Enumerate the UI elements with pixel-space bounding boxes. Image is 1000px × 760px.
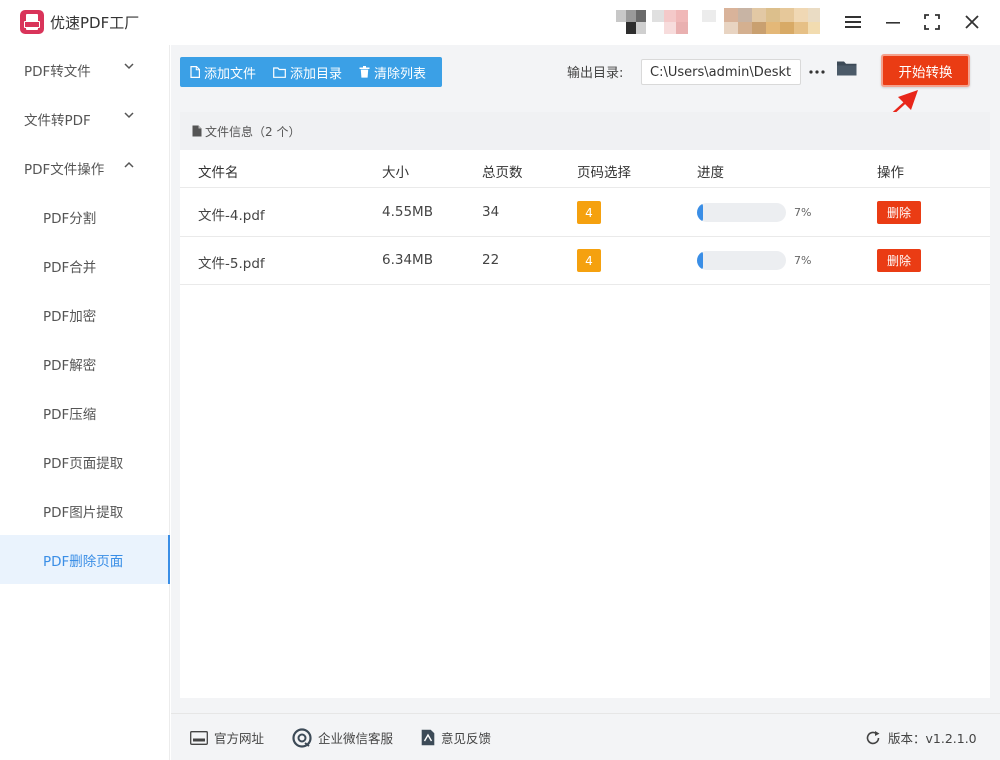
clear-list-label: 清除列表 [374, 66, 427, 82]
output-dir-label: 输出目录: [567, 66, 624, 81]
column-header-name: 文件名 [198, 165, 239, 181]
column-header-size: 大小 [382, 165, 409, 181]
file-name: 文件-5.pdf [198, 256, 265, 272]
website-icon [190, 730, 208, 745]
sidebar-item-pdf-compress[interactable]: PDF压缩 [0, 388, 170, 437]
file-size: 6.34MB [382, 252, 433, 268]
file-toolbar: 添加文件 添加目录 清除列表 [180, 57, 442, 87]
delete-button[interactable]: 删除 [877, 249, 921, 272]
feedback-icon [421, 729, 435, 746]
sidebar: PDF转文件 文件转PDF PDF文件操作 PDF分割 PDF合并 PDF加密 … [0, 45, 170, 760]
close-icon[interactable] [957, 8, 987, 36]
sidebar-item-label: PDF图片提取 [43, 504, 124, 521]
sidebar-item-label: PDF删除页面 [43, 553, 124, 570]
feedback-link[interactable]: 意见反馈 [421, 714, 491, 760]
wechat-service-link[interactable]: 企业微信客服 [292, 714, 393, 760]
file-name: 文件-4.pdf [198, 208, 265, 224]
user-avatar-mosaic [616, 8, 821, 36]
total-pages: 22 [482, 252, 500, 268]
sidebar-item-pdf-encrypt[interactable]: PDF加密 [0, 290, 170, 339]
add-folder-button[interactable]: 添加目录 [273, 57, 342, 87]
file-list-panel: 文件信息（2 个） 文件名 大小 总页数 页码选择 进度 操作 文件-4.pdf… [180, 112, 990, 698]
start-convert-button[interactable]: 开始转换 [881, 54, 970, 87]
clear-list-button[interactable]: 清除列表 [359, 57, 426, 87]
progress-bar [697, 251, 786, 270]
sidebar-item-label: PDF压缩 [43, 406, 97, 423]
version-info: 版本：v1.2.1.0 [865, 714, 977, 760]
total-pages: 34 [482, 204, 500, 220]
refresh-icon [866, 730, 880, 744]
sidebar-item-pdf-to-file[interactable]: PDF转文件 [0, 45, 170, 94]
chevron-down-icon [124, 112, 134, 119]
sidebar-item-file-to-pdf[interactable]: 文件转PDF [0, 94, 170, 143]
file-add-icon [190, 66, 200, 78]
sidebar-item-pdf-image-extract[interactable]: PDF图片提取 [0, 486, 170, 535]
add-file-button[interactable]: 添加文件 [190, 57, 256, 87]
column-header-progress: 进度 [697, 165, 724, 181]
sidebar-item-pdf-decrypt[interactable]: PDF解密 [0, 339, 170, 388]
sidebar-item-pdf-operations[interactable]: PDF文件操作 [0, 143, 170, 192]
page-select-badge[interactable]: 4 [577, 201, 601, 224]
delete-button[interactable]: 删除 [877, 201, 921, 224]
sidebar-item-label: PDF页面提取 [43, 455, 124, 472]
page-select-badge[interactable]: 4 [577, 249, 601, 272]
output-dir-input[interactable] [641, 59, 801, 85]
pdf-logo-icon [20, 10, 44, 34]
footer: 官方网址 企业微信客服 意见反馈 版本：v1.2.1.0 [171, 713, 1000, 760]
wechat-label: 企业微信客服 [318, 731, 394, 746]
sidebar-item-pdf-delete-pages[interactable]: PDF删除页面 [0, 535, 170, 584]
table-row: 文件-5.pdf 6.34MB 22 4 7% 删除 [180, 237, 990, 285]
document-icon [192, 125, 202, 137]
folder-icon [273, 66, 286, 78]
website-label: 官方网址 [214, 731, 265, 746]
file-info-header: 文件信息（2 个） [180, 112, 990, 150]
wechat-icon [292, 727, 312, 748]
website-link[interactable]: 官方网址 [190, 714, 264, 760]
trash-icon [359, 66, 370, 78]
progress-percent: 7% [794, 206, 812, 219]
column-header-action: 操作 [877, 165, 904, 181]
maximize-icon[interactable] [917, 8, 947, 36]
progress-fill [697, 251, 704, 270]
progress-fill [697, 203, 704, 222]
sidebar-item-label: 文件转PDF [24, 112, 91, 129]
sidebar-item-label: PDF加密 [43, 308, 97, 325]
title-bar: 优速PDF工厂 [0, 0, 1000, 45]
progress-percent: 7% [794, 254, 812, 267]
file-size: 4.55MB [382, 204, 433, 220]
sidebar-item-label: PDF转文件 [24, 63, 91, 80]
minimize-icon[interactable] [878, 8, 908, 36]
menu-icon[interactable] [838, 8, 868, 36]
sidebar-item-label: PDF合并 [43, 259, 97, 276]
app-title: 优速PDF工厂 [50, 14, 140, 32]
sidebar-item-label: PDF分割 [43, 210, 97, 227]
more-icon[interactable] [806, 60, 828, 84]
sidebar-item-pdf-split[interactable]: PDF分割 [0, 192, 170, 241]
progress-bar [697, 203, 786, 222]
column-header-pages: 总页数 [482, 165, 523, 181]
add-file-label: 添加文件 [204, 66, 257, 82]
table-header: 文件名 大小 总页数 页码选择 进度 操作 [180, 150, 990, 188]
sidebar-item-pdf-merge[interactable]: PDF合并 [0, 241, 170, 290]
sidebar-item-label: PDF文件操作 [24, 161, 105, 178]
table-row: 文件-4.pdf 4.55MB 34 4 7% 删除 [180, 189, 990, 237]
add-folder-label: 添加目录 [290, 66, 343, 82]
sidebar-item-label: PDF解密 [43, 357, 97, 374]
file-info-title: 文件信息（2 个） [205, 124, 301, 139]
column-header-page-select: 页码选择 [577, 165, 631, 181]
chevron-down-icon [124, 63, 134, 70]
feedback-label: 意见反馈 [441, 731, 492, 746]
sidebar-item-pdf-page-extract[interactable]: PDF页面提取 [0, 437, 170, 486]
folder-open-icon[interactable] [836, 59, 860, 83]
chevron-up-icon [124, 161, 134, 168]
version-label: 版本：v1.2.1.0 [888, 731, 977, 746]
